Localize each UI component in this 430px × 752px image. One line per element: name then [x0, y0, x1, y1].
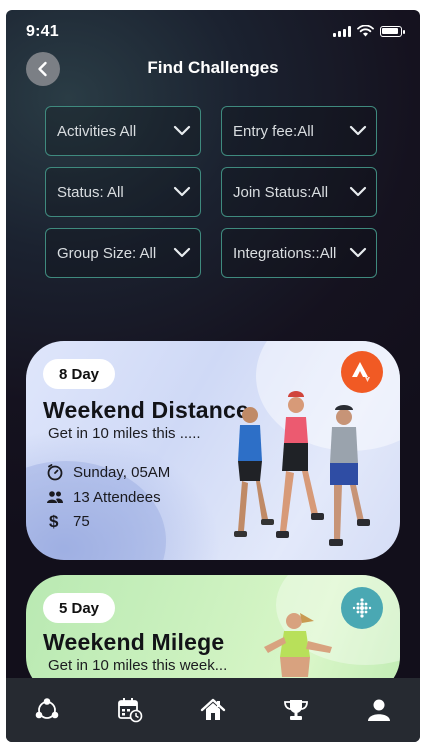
filter-join-status[interactable]: Join Status:All [221, 167, 377, 217]
profile-icon [367, 699, 390, 721]
challenge-subtitle: Get in 10 miles this ..... [48, 425, 201, 442]
challenge-fee: $ 75 [46, 512, 90, 530]
trophy-icon [283, 700, 308, 720]
filter-status[interactable]: Status: All [45, 167, 201, 217]
filter-label: Join Status:All [233, 183, 329, 201]
filter-label: Status: All [57, 183, 124, 201]
filter-label: Entry fee:All [233, 122, 314, 140]
filter-group-size[interactable]: Group Size: All [45, 228, 201, 278]
dollar-icon: $ [49, 512, 59, 530]
date-text: Sunday, 05AM [73, 463, 171, 481]
filter-label: Integrations::All [233, 244, 337, 262]
nav-community[interactable] [29, 692, 65, 728]
wifi-icon [357, 25, 374, 37]
community-icon [36, 698, 59, 719]
nav-home[interactable] [195, 692, 231, 728]
phone-screen: 9:41 Find Challenges Activities All Entr… [6, 10, 420, 742]
bottom-nav [6, 678, 420, 742]
people-icon [47, 491, 63, 503]
chevron-down-icon [349, 186, 367, 197]
chevron-down-icon [349, 247, 367, 258]
signal-icon [333, 25, 351, 37]
chevron-down-icon [173, 186, 191, 197]
status-time: 9:41 [26, 23, 59, 40]
chevron-down-icon [173, 125, 191, 136]
chevron-down-icon [173, 247, 191, 258]
challenge-date: Sunday, 05AM [46, 463, 170, 481]
challenge-card[interactable]: 5 Day Weekend Milege Get in 10 miles thi… [26, 575, 400, 695]
filter-label: Group Size: All [57, 244, 157, 262]
chevron-down-icon [349, 125, 367, 136]
timer-icon [47, 464, 63, 481]
duration-badge: 5 Day [43, 593, 116, 623]
filter-integrations[interactable]: Integrations::All [221, 228, 377, 278]
status-icons [333, 25, 405, 37]
challenge-attendees: 13 Attendees [46, 488, 161, 506]
duration-badge: 8 Day [43, 359, 116, 389]
challenge-card[interactable]: 8 Day Weekend Distance Get in 10 miles t… [26, 341, 400, 560]
calendar-icon [118, 698, 143, 723]
fee-text: 75 [73, 512, 90, 530]
filter-entry-fee[interactable]: Entry fee:All [221, 106, 377, 156]
runners-image [234, 391, 370, 546]
status-bar: 9:41 [6, 10, 420, 54]
filter-label: Activities All [57, 122, 137, 140]
svg-text:$: $ [49, 512, 59, 530]
nav-profile[interactable] [361, 692, 397, 728]
challenge-subtitle: Get in 10 miles this week... [48, 657, 228, 674]
filter-activities[interactable]: Activities All [45, 106, 201, 156]
attendees-text: 13 Attendees [73, 488, 161, 506]
home-icon [200, 698, 226, 720]
battery-icon [380, 25, 405, 37]
challenge-title: Weekend Milege [43, 629, 225, 655]
page-title: Find Challenges [147, 58, 279, 77]
nav-calendar[interactable] [112, 692, 148, 728]
nav-trophy[interactable] [278, 692, 314, 728]
